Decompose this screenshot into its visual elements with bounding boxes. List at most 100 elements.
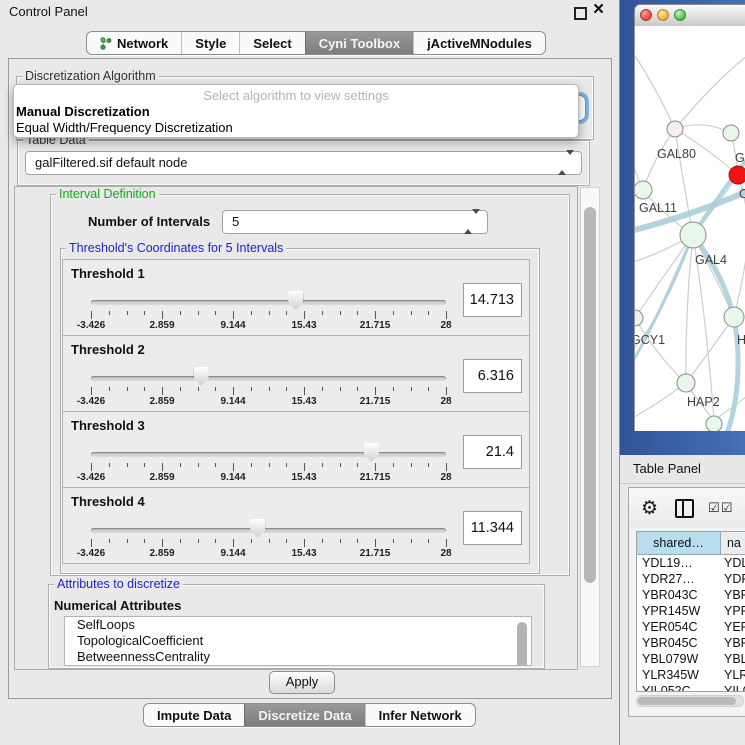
- table-row[interactable]: YER054CYER0: [637, 619, 745, 635]
- network-canvas[interactable]: GAL80GACGAL11GAL4GCY1HHAP2: [634, 26, 745, 431]
- network-node-green[interactable]: [724, 307, 744, 327]
- table-row[interactable]: YDR27…YDR2: [637, 571, 745, 587]
- minor-tick: [127, 387, 128, 391]
- table-panel-titlebar: Table Panel: [620, 455, 745, 484]
- minor-tick: [109, 387, 110, 391]
- column-header-name[interactable]: na: [721, 532, 745, 555]
- scrollbar-thumb[interactable]: [584, 207, 596, 583]
- table-row[interactable]: YBR043CYBR0: [637, 587, 745, 603]
- network-edge[interactable]: [635, 383, 686, 421]
- table-row[interactable]: YLR345WYLR3: [637, 667, 745, 683]
- slider-track[interactable]: [91, 452, 446, 457]
- dropdown-option[interactable]: Manual Discretization: [14, 104, 578, 120]
- network-edge[interactable]: [635, 318, 686, 383]
- network-edge[interactable]: [686, 235, 693, 383]
- slider-thumb[interactable]: [250, 519, 265, 538]
- tab-impute-data[interactable]: Impute Data: [144, 704, 244, 726]
- attributes-list[interactable]: SelfLoopsTopologicalCoefficientBetweenne…: [64, 616, 532, 666]
- slider-track[interactable]: [91, 300, 446, 305]
- tab-cyni-toolbox[interactable]: Cyni Toolbox: [305, 32, 413, 54]
- table-row[interactable]: YBR045CYBR0: [637, 635, 745, 651]
- tab-jactivemnodules[interactable]: jActiveMNodules: [413, 32, 545, 54]
- table-data-combobox[interactable]: galFiltered.sif default node: [25, 151, 582, 175]
- minimize-traffic-light[interactable]: [657, 9, 669, 21]
- network-node-green[interactable]: [706, 416, 722, 431]
- major-tick: [233, 463, 234, 471]
- scrollbar-thumb[interactable]: [638, 697, 736, 705]
- tab-label: Impute Data: [157, 708, 231, 723]
- tab-discretize-data[interactable]: Discretize Data: [244, 704, 364, 726]
- major-tick: [162, 311, 163, 319]
- slider-track[interactable]: [91, 528, 446, 533]
- network-node-green[interactable]: [677, 374, 695, 392]
- minor-tick: [251, 539, 252, 543]
- tick-label: 2.859: [132, 472, 192, 483]
- close-icon[interactable]: ×: [593, 0, 604, 21]
- number-of-intervals-combobox[interactable]: 5: [222, 210, 488, 234]
- checkbox-icons[interactable]: ☑☑: [708, 501, 733, 516]
- network-node-green[interactable]: [723, 125, 739, 141]
- minor-tick: [411, 539, 412, 543]
- network-window-titlebar[interactable]: [634, 4, 745, 27]
- tick-label: 28: [416, 320, 476, 331]
- minor-tick: [286, 539, 287, 543]
- network-node-green[interactable]: [680, 222, 706, 248]
- gear-icon[interactable]: ⚙: [641, 499, 658, 518]
- minor-tick: [251, 463, 252, 467]
- table-row[interactable]: YPR145WYPR1: [637, 603, 745, 619]
- zoom-traffic-light[interactable]: [674, 9, 686, 21]
- columns-icon[interactable]: [675, 499, 694, 518]
- network-edge[interactable]: [635, 235, 693, 318]
- network-node-green[interactable]: [635, 181, 652, 199]
- network-edge[interactable]: [675, 56, 745, 129]
- network-edge-thick[interactable]: [635, 235, 693, 371]
- table-row[interactable]: YDL19…YDL1: [637, 555, 745, 571]
- column-header-shared[interactable]: shared…: [637, 532, 721, 555]
- horizontal-scrollbar[interactable]: [636, 695, 744, 707]
- tab-network[interactable]: Network: [87, 32, 181, 54]
- threshold-value-field[interactable]: 6.316: [463, 359, 522, 393]
- slider-thumb[interactable]: [364, 443, 379, 462]
- minor-tick: [269, 311, 270, 315]
- slider-thumb[interactable]: [288, 291, 303, 310]
- network-node-pink[interactable]: [667, 121, 683, 137]
- cell-name: YBR0: [722, 635, 745, 651]
- tab-style[interactable]: Style: [181, 32, 239, 54]
- dropdown-option[interactable]: Equal Width/Frequency Discretization: [14, 120, 578, 136]
- threshold-panel-1: Threshold 1-3.4262.8599.14415.4321.71528…: [62, 259, 530, 336]
- minor-tick: [340, 463, 341, 467]
- attribute-list-item[interactable]: SelfLoops: [65, 617, 531, 633]
- float-window-icon[interactable]: [574, 7, 587, 20]
- close-traffic-light[interactable]: [640, 9, 652, 21]
- table-row[interactable]: YBL079WYBL0: [637, 651, 745, 667]
- control-panel: Control Panel × NetworkStyleSelectCyni T…: [0, 0, 620, 745]
- table-row[interactable]: YIL052CYIL0: [637, 683, 745, 692]
- vertical-scrollbar[interactable]: [580, 187, 600, 667]
- tick-label: 9.144: [203, 548, 263, 559]
- algorithm-group-title: Discretization Algorithm: [22, 69, 159, 83]
- attribute-list-item[interactable]: TopologicalCoefficient: [65, 633, 531, 649]
- slider-track[interactable]: [91, 376, 446, 381]
- minor-tick: [428, 387, 429, 391]
- list-scrollbar-thumb[interactable]: [517, 622, 527, 666]
- slider-thumb[interactable]: [194, 367, 209, 386]
- major-tick: [304, 539, 305, 547]
- network-node-red[interactable]: [729, 166, 745, 184]
- apply-button[interactable]: Apply: [269, 671, 335, 694]
- threshold-value-field[interactable]: 11.344: [463, 511, 522, 545]
- node-label: GA: [735, 151, 745, 165]
- minor-tick: [198, 387, 199, 391]
- tab-select[interactable]: Select: [239, 32, 304, 54]
- network-edge[interactable]: [635, 56, 675, 129]
- minor-tick: [411, 387, 412, 391]
- tab-infer-network[interactable]: Infer Network: [365, 704, 475, 726]
- major-tick: [304, 311, 305, 319]
- minor-tick: [127, 539, 128, 543]
- threshold-value-field[interactable]: 21.4: [463, 435, 522, 469]
- threshold-value-field[interactable]: 14.713: [463, 283, 522, 317]
- attribute-list-item[interactable]: BetweennessCentrality: [65, 649, 531, 665]
- panel-title: Control Panel: [9, 4, 88, 19]
- network-node-green[interactable]: [635, 310, 643, 326]
- attributes-group-title: Attributes to discretize: [54, 577, 183, 591]
- threshold-panels: Threshold 1-3.4262.8599.14415.4321.71528…: [62, 260, 530, 564]
